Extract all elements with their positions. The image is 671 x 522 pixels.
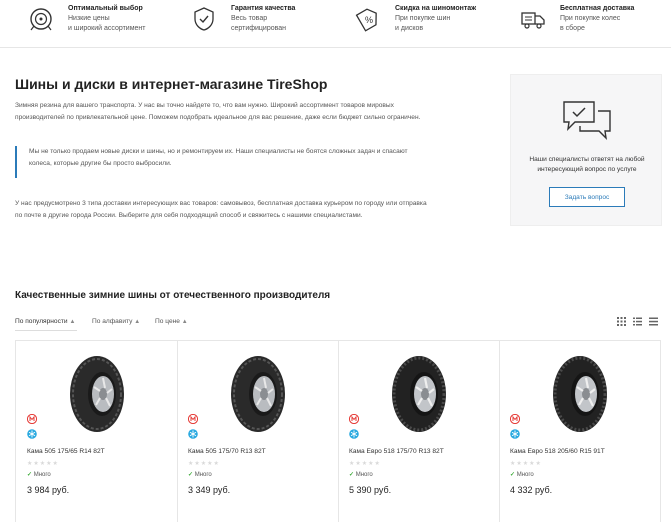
truck-icon [521, 12, 545, 29]
product-name[interactable]: Кама 505 175/65 R14 82T [27, 448, 105, 455]
product-card[interactable]: Кама Евро 518 205/60 R15 91T ★★★★★ ✓ Мно… [499, 341, 661, 522]
brand-badge-icon [188, 414, 198, 424]
delivery-paragraph: У нас предусмотрено 3 типа доставки инте… [15, 198, 495, 221]
product-card[interactable]: Кама 505 175/70 R13 82T ★★★★★ ✓ Много 3 … [177, 341, 339, 522]
product-card[interactable]: Кама 505 175/65 R14 82T ★★★★★ ✓ Много 3 … [16, 341, 178, 522]
paragraph-line: производителей по привлекательной цене. … [15, 113, 421, 121]
check-icon: ✓ [510, 472, 516, 478]
tire-image[interactable] [62, 353, 132, 435]
check-icon: ✓ [27, 472, 33, 478]
rating-stars: ★★★★★ [188, 461, 220, 467]
paragraph-line: по почте в другие города России. Выберит… [15, 211, 363, 219]
stock-status: ✓ Много [27, 471, 51, 478]
check-icon: ✓ [188, 472, 194, 478]
caret-up-icon: ▲ [134, 319, 141, 325]
tire-image[interactable] [384, 353, 454, 435]
stock-status: ✓ Много [188, 471, 212, 478]
feature-subtitle: Низкие цены [68, 15, 110, 22]
sort-label: По цене [155, 318, 180, 325]
feature-title: Оптимальный выбор [68, 5, 143, 12]
svg-text:%: % [365, 15, 373, 25]
brand-badge-icon [349, 414, 359, 424]
quote-line: колеса, которые другие бы просто выброси… [29, 159, 172, 167]
product-price: 3 349 руб. [188, 485, 231, 495]
sort-by-popularity[interactable]: По популярности ▲ [15, 318, 75, 325]
sort-label: По алфавиту [92, 318, 133, 325]
feature-subtitle: сертифицирован [231, 25, 287, 32]
page-title: Шины и диски в интернет-магазине TireSho… [15, 76, 328, 92]
sort-by-alphabet[interactable]: По алфавиту ▲ [92, 318, 140, 325]
feature-title: Скидка на шиномонтаж [395, 5, 477, 12]
product-card[interactable]: Кама Евро 518 175/70 R13 82T ★★★★★ ✓ Мно… [338, 341, 500, 522]
ask-text-line: Наши специалисты ответят на любой [529, 156, 645, 163]
features-bar: Оптимальный выбор Низкие цены и широкий … [0, 0, 671, 48]
ask-text-line: интересующий вопрос по услуге [537, 166, 637, 173]
chat-icon [563, 101, 611, 140]
product-price: 3 984 руб. [27, 485, 70, 495]
feature-subtitle: При покупке колес [560, 15, 621, 22]
stock-label: Много [33, 472, 51, 478]
stock-label: Много [516, 472, 534, 478]
snowflake-icon [349, 429, 359, 439]
ask-question-button[interactable]: Задать вопрос [549, 187, 625, 207]
shield-check-icon [194, 7, 214, 31]
product-name[interactable]: Кама Евро 518 205/60 R15 91T [510, 448, 605, 455]
wheel-icon [30, 8, 52, 31]
section-title: Качественные зимние шины от отечественно… [15, 290, 331, 301]
stock-label: Много [355, 472, 373, 478]
rating-stars: ★★★★★ [349, 461, 381, 467]
intro-paragraph: Зимняя резина для вашего транспорта. У н… [15, 100, 495, 123]
grid-view-icon[interactable] [617, 317, 626, 326]
snowflake-icon [27, 429, 37, 439]
feature-subtitle: При покупке шин [395, 15, 451, 22]
product-name[interactable]: Кама 505 175/70 R13 82T [188, 448, 266, 455]
product-name[interactable]: Кама Евро 518 175/70 R13 82T [349, 448, 444, 455]
sort-label: По популярности [15, 318, 68, 325]
product-price: 5 390 руб. [349, 485, 392, 495]
feature-subtitle: Весь товар [231, 15, 268, 22]
product-grid: Кама 505 175/65 R14 82T ★★★★★ ✓ Много 3 … [15, 340, 661, 522]
feature-subtitle: и широкий ассортимент [68, 25, 146, 32]
stock-status: ✓ Много [349, 471, 373, 478]
tire-image[interactable] [545, 353, 615, 435]
rating-stars: ★★★★★ [27, 461, 59, 467]
product-price: 4 332 руб. [510, 485, 553, 495]
paragraph-line: Зимняя резина для вашего транспорта. У н… [15, 102, 394, 109]
rating-stars: ★★★★★ [510, 461, 542, 467]
stock-label: Много [194, 472, 212, 478]
list-view-icon[interactable] [649, 317, 658, 326]
caret-up-icon: ▲ [69, 319, 76, 325]
discount-tag-icon: % [355, 8, 377, 32]
compact-view-icon[interactable] [633, 317, 642, 326]
feature-title: Бесплатная доставка [560, 5, 635, 12]
ask-question-panel: Наши специалисты ответят на любой интере… [510, 74, 662, 226]
feature-subtitle: и дисков [395, 25, 424, 32]
tire-image[interactable] [223, 353, 293, 435]
paragraph-line: У нас предусмотрено 3 типа доставки инте… [15, 200, 427, 207]
snowflake-icon [188, 429, 198, 439]
brand-badge-icon [27, 414, 37, 424]
check-icon: ✓ [349, 472, 355, 478]
caret-up-icon: ▲ [181, 319, 188, 325]
highlight-quote: Мы не только продаем новые диски и шины,… [15, 146, 485, 178]
feature-subtitle: в сборе [560, 25, 585, 32]
brand-badge-icon [510, 414, 520, 424]
active-sort-underline [15, 330, 77, 331]
sort-by-price[interactable]: По цене ▲ [155, 318, 188, 325]
quote-line: Мы не только продаем новые диски и шины,… [29, 148, 408, 155]
stock-status: ✓ Много [510, 471, 534, 478]
feature-title: Гарантия качества [231, 5, 296, 12]
snowflake-icon [510, 429, 520, 439]
